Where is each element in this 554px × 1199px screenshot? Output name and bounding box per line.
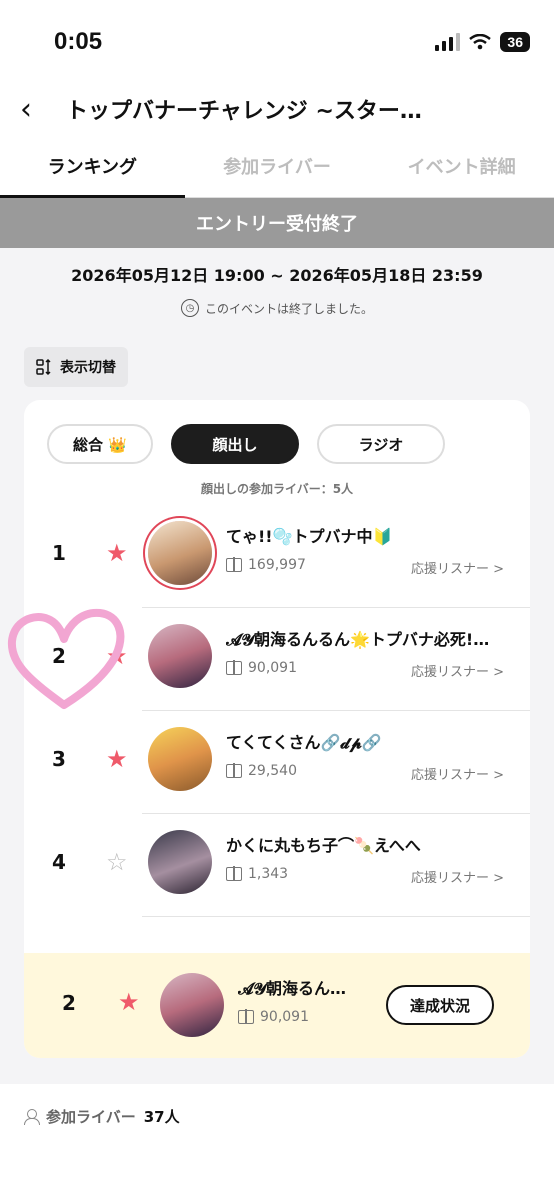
participant-total-label: 参加ライバー <box>46 1108 136 1126</box>
points: 29,540 <box>226 763 297 779</box>
points-value: 90,091 <box>248 660 297 676</box>
display-toggle-label: 表示切替 <box>60 360 116 376</box>
entry-closed-banner: エントリー受付終了 <box>0 198 554 248</box>
avatar[interactable] <box>148 624 212 688</box>
supporters-link[interactable]: 応援リスナー > <box>411 661 504 680</box>
star-icon[interactable]: ★ <box>106 541 128 565</box>
liver-name: てゃ!!🫧トプバナ中🔰 <box>226 527 393 546</box>
header: ‹ トップバナーチャレンジ ~スター… <box>0 84 554 134</box>
points-value: 90,091 <box>260 1009 309 1025</box>
avatar[interactable] <box>148 830 212 894</box>
points-value: 169,997 <box>248 557 306 573</box>
ranking-card: 総合 👑 顔出し ラジオ 顔出しの参加ライバー：5人 1 ★ てゃ!!🫧トプバナ… <box>24 400 530 1058</box>
achievement-status-button[interactable]: 達成状況 <box>386 985 494 1025</box>
points: 1,343 <box>226 866 288 882</box>
footer: 参加ライバー 37人 <box>0 1084 554 1199</box>
tab-ranking[interactable]: ランキング <box>0 134 185 198</box>
battery-icon: 36 <box>500 32 530 52</box>
category-filters: 総合 👑 顔出し ラジオ <box>24 400 530 464</box>
top-area: 0:05 36 ‹ トップバナーチャレンジ ~スター… ランキング 参加ライバー… <box>0 0 554 198</box>
sort-icon <box>36 358 51 376</box>
rank-number: 4 <box>52 850 66 874</box>
back-button[interactable]: ‹ <box>20 92 60 127</box>
filter-face[interactable]: 顔出し <box>171 424 299 464</box>
points-value: 1,343 <box>248 866 289 882</box>
filter-overall[interactable]: 総合 👑 <box>47 424 153 464</box>
points: 90,091 <box>226 660 297 676</box>
event-ended-text: このイベントは終了しました。 <box>204 301 373 316</box>
status-bar: 0:05 36 <box>0 0 554 84</box>
avatar[interactable] <box>148 727 212 791</box>
my-ranking-row[interactable]: 2 ★ 𝓐𝓨朝海るん… 90,091 達成状況 <box>24 953 530 1058</box>
liver-name: 𝓐𝓨朝海るんるん🌟トプバナ必死!… <box>226 630 490 649</box>
star-outline-icon[interactable]: ☆ <box>106 850 128 874</box>
ranking-row[interactable]: 1 ★ てゃ!!🫧トプバナ中🔰 169,997 応援リスナー > <box>24 505 530 608</box>
event-ended-notice: ◷ このイベントは終了しました。 <box>0 299 554 317</box>
star-icon[interactable]: ★ <box>106 747 128 771</box>
gift-icon <box>226 557 242 572</box>
tab-bar: ランキング 参加ライバー イベント詳細 <box>0 134 554 198</box>
rank-number: 3 <box>52 747 66 771</box>
gift-icon <box>226 763 242 778</box>
participant-count: 顔出しの参加ライバー：5人 <box>200 482 354 496</box>
clock-icon: ◷ <box>180 299 199 317</box>
person-icon <box>24 1108 40 1125</box>
event-period: 2026年05月12日 19:00 ~ 2026年05月18日 23:59 <box>71 266 483 285</box>
gift-icon <box>226 866 242 881</box>
supporters-link[interactable]: 応援リスナー > <box>411 764 504 783</box>
page-title: トップバナーチャレンジ ~スター… <box>66 99 422 124</box>
participant-total-value: 37人 <box>143 1108 180 1126</box>
points: 169,997 <box>226 557 306 573</box>
display-toggle-button[interactable]: 表示切替 <box>24 347 128 387</box>
liver-name: てくてくさん🔗𝓭𝓹🔗 <box>226 733 382 752</box>
supporters-link[interactable]: 応援リスナー > <box>411 558 504 577</box>
liver-name: かくに丸もち子⌒🍡えへへ <box>226 836 421 855</box>
supporters-link[interactable]: 応援リスナー > <box>411 867 504 886</box>
gift-icon <box>238 1009 254 1024</box>
filter-radio[interactable]: ラジオ <box>317 424 445 464</box>
divider <box>142 916 530 917</box>
rank-number: 1 <box>52 541 66 565</box>
liver-name: 𝓐𝓨朝海るん… <box>238 979 347 998</box>
heart-drawing-icon <box>7 608 125 709</box>
clock: 0:05 <box>54 28 103 55</box>
tab-event-details[interactable]: イベント詳細 <box>369 134 554 197</box>
status-icons: 36 <box>435 32 530 52</box>
gift-icon <box>226 660 242 675</box>
avatar[interactable] <box>160 973 224 1037</box>
rank-number: 2 <box>62 991 76 1015</box>
wifi-icon <box>469 34 492 50</box>
signal-icon <box>435 33 461 51</box>
participant-total: 参加ライバー 37人 <box>24 1106 180 1127</box>
points: 90,091 <box>238 1009 309 1025</box>
avatar[interactable] <box>148 521 212 585</box>
star-icon[interactable]: ★ <box>118 990 140 1014</box>
points-value: 29,540 <box>248 763 297 779</box>
ranking-row[interactable]: 3 ★ てくてくさん🔗𝓭𝓹🔗 29,540 応援リスナー > <box>24 711 530 814</box>
ranking-row[interactable]: 4 ☆ かくに丸もち子⌒🍡えへへ 1,343 応援リスナー > <box>24 814 530 917</box>
tab-participants[interactable]: 参加ライバー <box>185 134 370 197</box>
